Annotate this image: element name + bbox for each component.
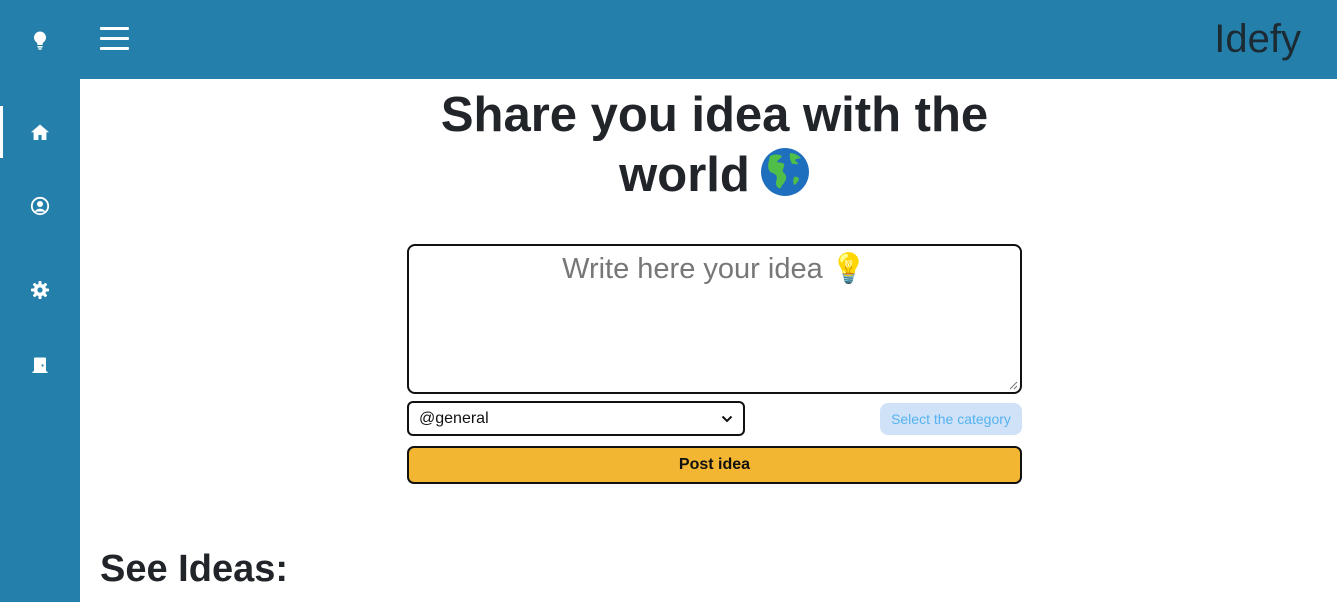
- resize-grip-icon[interactable]: [1009, 381, 1018, 390]
- sidebar-item-settings[interactable]: [0, 264, 80, 316]
- sidebar: [0, 0, 80, 602]
- idea-textarea-wrapper: [407, 244, 1022, 394]
- main-content: Share you idea with the world @general S…: [80, 79, 1337, 602]
- category-select[interactable]: @general: [407, 401, 745, 436]
- sidebar-item-home[interactable]: [0, 106, 80, 158]
- sidebar-item-logout[interactable]: [0, 339, 80, 391]
- brand-title[interactable]: Idefy: [1214, 15, 1301, 63]
- globe-americas-icon: [760, 147, 810, 211]
- hamburger-menu-icon[interactable]: [98, 24, 132, 54]
- top-navbar: Idefy: [80, 0, 1337, 79]
- page-title-text: Share you idea with the world: [440, 88, 989, 202]
- post-idea-button[interactable]: Post idea: [407, 446, 1022, 484]
- page-title: Share you idea with the world: [440, 85, 989, 211]
- user-circle-icon: [30, 196, 50, 216]
- sidebar-logo[interactable]: [0, 14, 80, 66]
- see-ideas-heading: See Ideas:: [100, 548, 288, 590]
- category-select-value: @general: [419, 409, 489, 427]
- lightbulb-icon: [33, 31, 47, 50]
- idea-input[interactable]: [409, 246, 1020, 392]
- chevron-down-icon: [721, 415, 733, 422]
- gear-icon: [31, 281, 49, 299]
- sidebar-item-profile[interactable]: [0, 180, 80, 232]
- home-icon: [31, 124, 49, 140]
- door-exit-icon: [32, 357, 48, 373]
- category-hint-badge: Select the category: [880, 403, 1022, 435]
